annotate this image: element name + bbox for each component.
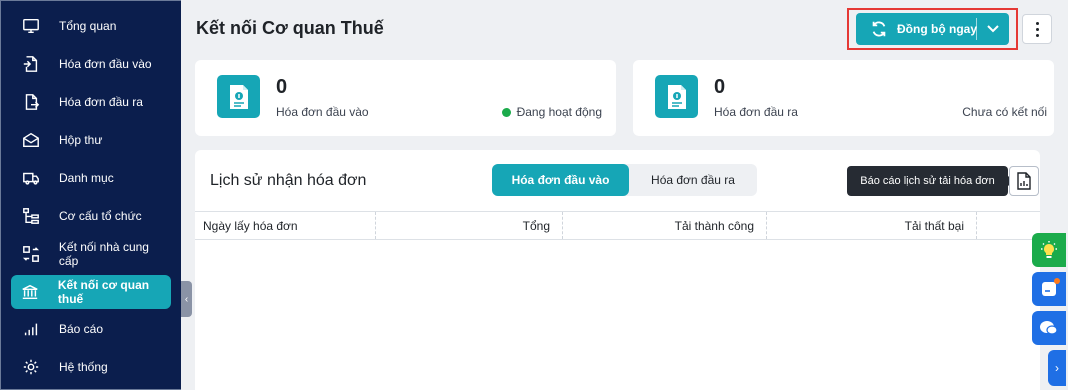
- output-connection-status: Chưa có kết nối: [962, 105, 1047, 119]
- more-options-button[interactable]: [1022, 14, 1052, 44]
- message-bubble-icon: [1040, 321, 1058, 335]
- sidebar-item-label: Hóa đơn đầu ra: [59, 95, 143, 109]
- sidebar: Tổng quan Hóa đơn đầu vào Hóa đơn đầu ra…: [0, 0, 181, 390]
- dot-icon: [1035, 33, 1039, 37]
- invoice-history-card: Lịch sử nhận hóa đơn Hóa đơn đầu vào Hóa…: [195, 150, 1040, 390]
- sidebar-item-label: Cơ cấu tổ chức: [59, 209, 142, 223]
- dot-icon: [1035, 21, 1039, 25]
- notification-dot: [1054, 278, 1060, 284]
- notes-widget-button[interactable]: [1032, 272, 1066, 306]
- report-tooltip: Báo cáo lịch sử tải hóa đơn: [847, 166, 1014, 196]
- dot-icon: [1035, 27, 1039, 31]
- column-header-date: Ngày lấy hóa đơn: [195, 212, 376, 239]
- sidebar-item-mailbox[interactable]: Hộp thư: [11, 123, 171, 157]
- gear-icon: [21, 357, 41, 377]
- sidebar-item-tax-connect[interactable]: Kết nối cơ quan thuế: [11, 275, 171, 309]
- invoice-type-tabs: Hóa đơn đầu vào Hóa đơn đầu ra: [492, 164, 757, 196]
- input-invoice-count: 0: [276, 76, 288, 98]
- tab-input-invoices[interactable]: Hóa đơn đầu vào: [492, 164, 629, 196]
- mail-icon: [21, 130, 41, 150]
- tab-output-invoices[interactable]: Hóa đơn đầu ra: [629, 164, 757, 196]
- tips-widget-button[interactable]: [1032, 233, 1066, 267]
- history-table-header: Ngày lấy hóa đơn Tổng Tải thành công Tải…: [195, 211, 1040, 240]
- sidebar-item-label: Kết nối nhà cung cấp: [58, 240, 149, 268]
- messages-widget-button[interactable]: [1032, 311, 1066, 345]
- input-invoice-label: Hóa đơn đầu vào: [276, 105, 369, 119]
- sync-now-label: Đồng bộ ngay: [897, 22, 977, 36]
- chevron-down-icon[interactable]: [983, 20, 1003, 38]
- main-content: Kết nối Cơ quan Thuế Đồng bộ ngay 0 Hóa …: [181, 0, 1068, 390]
- sidebar-item-catalog[interactable]: Danh mục: [11, 161, 171, 195]
- chevron-right-icon: ›: [1055, 361, 1059, 375]
- sidebar-item-label: Hệ thống: [59, 360, 108, 374]
- sidebar-item-org-structure[interactable]: Cơ cấu tổ chức: [11, 199, 171, 233]
- file-import-icon: [21, 54, 41, 74]
- invoice-doc-icon: [655, 75, 698, 118]
- report-file-icon: [1017, 172, 1031, 190]
- sidebar-item-label: Tổng quan: [59, 19, 117, 33]
- sidebar-item-label: Báo cáo: [59, 322, 104, 336]
- output-status-text: Chưa có kết nối: [962, 105, 1047, 119]
- output-invoice-stat-card: 0 Hóa đơn đầu ra Chưa có kết nối: [633, 60, 1054, 136]
- sidebar-item-label: Hóa đơn đầu vào: [59, 57, 152, 71]
- lightbulb-icon: [1041, 241, 1057, 258]
- input-connection-status: Đang hoạt động: [501, 105, 602, 119]
- input-status-text: Đang hoạt động: [516, 105, 602, 119]
- invoice-doc-icon: [217, 75, 260, 118]
- sidebar-item-output-invoices[interactable]: Hóa đơn đầu ra: [11, 85, 171, 119]
- column-header-failed: Tải thất bại: [767, 212, 977, 239]
- sidebar-item-reports[interactable]: Báo cáo: [11, 312, 171, 346]
- output-invoice-count: 0: [714, 76, 726, 98]
- sidebar-item-label: Danh mục: [59, 171, 114, 185]
- connect-icon: [21, 244, 41, 264]
- sidebar-item-overview[interactable]: Tổng quan: [11, 9, 171, 43]
- input-invoice-stat-card: 0 Hóa đơn đầu vào Đang hoạt động: [195, 60, 616, 136]
- sidebar-item-label: Hộp thư: [59, 133, 103, 147]
- column-header-success: Tải thành công: [563, 212, 767, 239]
- sync-icon: [872, 21, 886, 37]
- expand-widgets-button[interactable]: ›: [1048, 350, 1066, 386]
- bank-icon: [21, 282, 40, 302]
- button-divider: [976, 18, 977, 40]
- download-report-button[interactable]: [1009, 166, 1039, 196]
- org-tree-icon: [21, 206, 41, 226]
- sidebar-item-supplier-connect[interactable]: Kết nối nhà cung cấp: [11, 237, 171, 271]
- status-dot-icon: [501, 107, 511, 117]
- column-header-actions: [977, 212, 1040, 239]
- history-title: Lịch sử nhận hóa đơn: [210, 172, 367, 189]
- sidebar-item-system[interactable]: Hệ thống: [11, 350, 171, 384]
- bar-chart-icon: [21, 319, 41, 339]
- output-invoice-label: Hóa đơn đầu ra: [714, 105, 798, 119]
- truck-icon: [21, 168, 41, 188]
- page-title: Kết nối Cơ quan Thuế: [196, 18, 384, 38]
- sidebar-item-input-invoices[interactable]: Hóa đơn đầu vào: [11, 47, 171, 81]
- file-export-icon: [21, 92, 41, 112]
- column-header-total: Tổng: [376, 212, 563, 239]
- sidebar-item-label: Kết nối cơ quan thuế: [57, 278, 150, 306]
- sync-now-button[interactable]: Đồng bộ ngay: [856, 13, 1009, 45]
- monitor-icon: [21, 16, 41, 36]
